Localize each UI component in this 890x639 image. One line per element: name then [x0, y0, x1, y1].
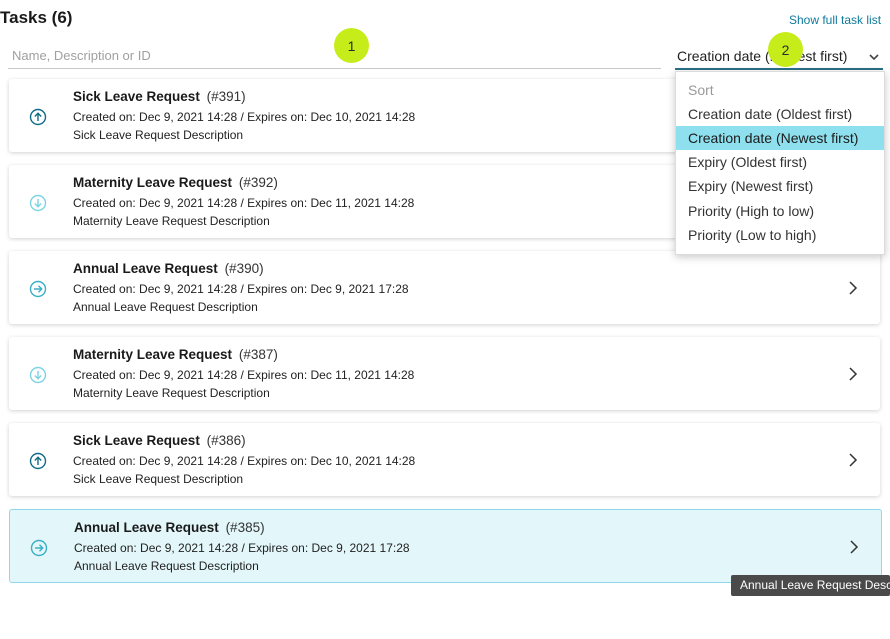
task-card-selected[interactable]: Annual Leave Request (#385) Created on: …: [9, 509, 882, 583]
arrow-up-circle-icon: [29, 108, 47, 126]
task-description: Sick Leave Request Description: [73, 128, 244, 142]
sort-dropdown-menu: Sort Creation date (Oldest first) Creati…: [675, 71, 885, 255]
chevron-right-icon[interactable]: [846, 452, 860, 468]
task-id: (#385): [225, 520, 265, 535]
task-name: Maternity Leave Request: [73, 347, 233, 362]
chevron-down-icon: [869, 54, 879, 61]
task-title: Annual Leave Request (#390): [73, 261, 264, 276]
task-dates: Created on: Dec 9, 2021 14:28 / Expires …: [73, 368, 415, 382]
task-description: Sick Leave Request Description: [73, 472, 244, 486]
task-id: (#390): [224, 261, 264, 276]
task-name: Maternity Leave Request: [73, 175, 233, 190]
arrow-right-circle-icon: [30, 539, 48, 557]
sort-option-priority-high-low[interactable]: Priority (High to low): [676, 199, 884, 223]
sort-option-creation-newest[interactable]: Creation date (Newest first): [676, 126, 884, 150]
task-description: Maternity Leave Request Description: [73, 214, 270, 228]
task-title: Sick Leave Request (#391): [73, 89, 246, 104]
task-dates: Created on: Dec 9, 2021 14:28 / Expires …: [74, 541, 410, 555]
sort-option-expiry-newest[interactable]: Expiry (Newest first): [676, 174, 884, 198]
task-description: Annual Leave Request Description: [73, 300, 258, 314]
description-tooltip: Annual Leave Request Description: [731, 575, 890, 596]
task-title: Sick Leave Request (#386): [73, 433, 246, 448]
task-card[interactable]: Maternity Leave Request (#387) Created o…: [9, 337, 880, 410]
sort-option-creation-oldest[interactable]: Creation date (Oldest first): [676, 102, 884, 126]
task-id: (#387): [238, 347, 278, 362]
sort-select-value: Creation date (Newest first): [677, 48, 848, 64]
task-dates: Created on: Dec 9, 2021 14:28 / Expires …: [73, 454, 416, 468]
task-card[interactable]: Sick Leave Request (#386) Created on: De…: [9, 423, 880, 496]
arrow-down-circle-icon: [29, 194, 47, 212]
task-title: Maternity Leave Request (#387): [73, 347, 278, 362]
sort-menu-header: Sort: [688, 82, 714, 98]
task-name: Sick Leave Request: [73, 433, 200, 448]
task-name: Annual Leave Request: [74, 520, 219, 535]
chevron-right-icon[interactable]: [846, 280, 860, 296]
task-dates: Created on: Dec 9, 2021 14:28 / Expires …: [73, 282, 409, 296]
chevron-right-icon[interactable]: [847, 539, 861, 555]
arrow-up-circle-icon: [29, 452, 47, 470]
task-id: (#391): [206, 89, 246, 104]
arrow-down-circle-icon: [29, 366, 47, 384]
sort-option-priority-low-high[interactable]: Priority (Low to high): [676, 223, 884, 247]
chevron-right-icon[interactable]: [846, 366, 860, 382]
task-description: Maternity Leave Request Description: [73, 386, 270, 400]
task-name: Sick Leave Request: [73, 89, 200, 104]
task-id: (#392): [238, 175, 278, 190]
task-name: Annual Leave Request: [73, 261, 218, 276]
show-full-task-list-link[interactable]: Show full task list: [789, 13, 881, 27]
task-dates: Created on: Dec 9, 2021 14:28 / Expires …: [73, 110, 416, 124]
sort-option-expiry-oldest[interactable]: Expiry (Oldest first): [676, 150, 884, 174]
annotation-badge-1: 1: [334, 28, 369, 63]
task-title: Maternity Leave Request (#392): [73, 175, 278, 190]
task-description: Annual Leave Request Description: [74, 559, 259, 573]
task-dates: Created on: Dec 9, 2021 14:28 / Expires …: [73, 196, 415, 210]
arrow-right-circle-icon: [29, 280, 47, 298]
task-title: Annual Leave Request (#385): [74, 520, 265, 535]
annotation-badge-2: 2: [768, 32, 803, 67]
task-card[interactable]: Annual Leave Request (#390) Created on: …: [9, 251, 880, 324]
page-title: Tasks (6): [0, 8, 73, 27]
task-id: (#386): [206, 433, 246, 448]
